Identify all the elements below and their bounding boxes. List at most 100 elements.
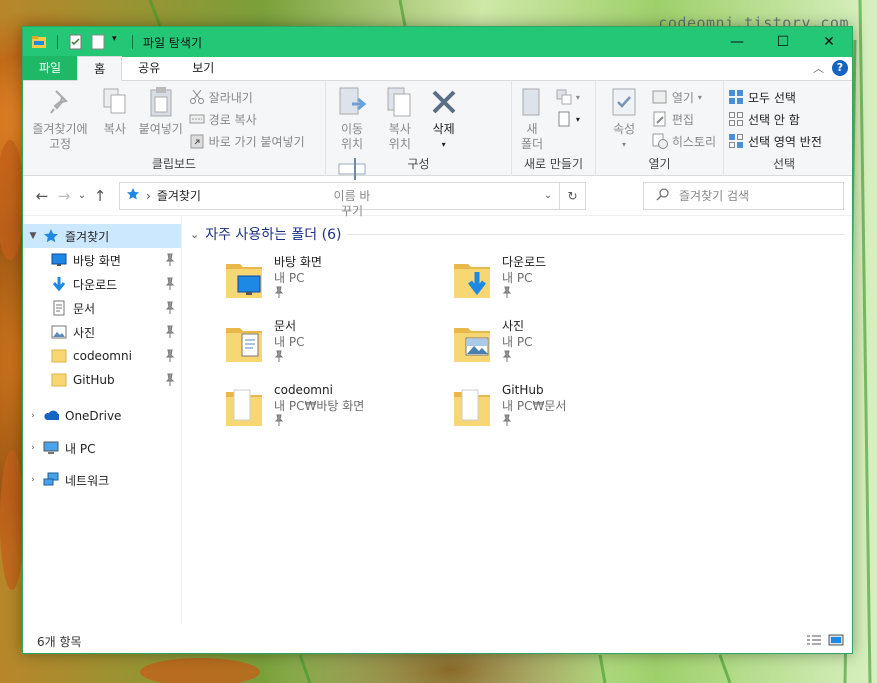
status-bar: 6개 항목 [23,629,852,653]
folder-tile[interactable]: 바탕 화면내 PC [224,254,452,302]
copy-path-button[interactable]: 경로 복사 [189,109,305,129]
expand-chevron-icon: › [31,411,35,421]
nav-item-quick-access[interactable]: ▼ 즐겨찾기 [23,224,181,248]
paste-shortcut-button[interactable]: 바로 가기 붙여넣기 [189,131,305,151]
nav-item-codeomni[interactable]: codeomni [23,344,181,368]
new-label: 새로 만들기 [523,157,583,171]
expand-chevron-icon: › [31,475,35,485]
invert-selection-button[interactable]: 선택 영역 반전 [728,131,822,151]
explorer-body: ▼ 즐겨찾기 바탕 화면 다운로드 문서 사진 codeomni GitHub … [23,216,852,623]
folder-location: 내 PC [274,271,305,285]
move-to-icon [339,87,366,115]
refresh-button[interactable]: ↻ [560,181,586,210]
copy-icon [103,88,126,114]
tab-home[interactable]: 홈 [77,56,123,81]
new-item-button[interactable]: ▾ [556,87,580,107]
details-view-icon[interactable] [806,634,822,649]
select-all-button[interactable]: 모두 선택 [728,87,822,107]
organize-group: 이동 위치 복사 위치 삭제 ▾ 이름 바꾸기 구성 [326,81,512,218]
minimize-button[interactable]: — [714,27,760,57]
nav-item-this-pc[interactable]: › 내 PC [23,432,181,464]
folder-icon [51,348,67,364]
new-folder-qa-icon[interactable] [90,34,106,50]
folder-name: 사진 [502,319,525,333]
path-separator-icon: › [146,188,151,203]
properties-icon[interactable] [68,34,84,50]
maximize-button[interactable]: ☐ [760,27,806,57]
recent-locations-chevron-icon[interactable]: ⌄ [75,190,89,201]
ribbon: 즐겨찾기에 고정 복사 붙여넣기 잘라내기 경로 복사 바로 가기 붙여넣기 클… [23,81,852,218]
tab-share[interactable]: 공유 [122,56,176,80]
copy-to-button[interactable]: 복사 위치 [380,85,420,152]
quick-access-toolbar: ▾ [23,34,137,50]
folder-tile[interactable]: 문서 내 PC [224,318,452,366]
folder-name: codeomni [274,383,333,397]
nav-item-documents[interactable]: 문서 [23,296,181,320]
help-icon[interactable]: ? [832,60,848,76]
open-button[interactable]: 열기 ▾ [652,87,716,107]
select-all-icon [728,89,744,105]
forward-arrow-icon[interactable]: → [53,187,75,205]
nav-item-network[interactable]: › 네트워크 [23,464,181,496]
edit-button[interactable]: 편집 [652,109,716,129]
select-none-button[interactable]: 선택 안 함 [728,109,822,129]
item-count: 6개 항목 [37,634,82,649]
folder-name: 다운로드 [502,255,547,269]
new-folder-button[interactable]: 새 폴더 [518,85,546,152]
copy-button[interactable]: 복사 [99,85,131,137]
pin-icon [165,301,175,314]
paste-shortcut-icon [189,133,205,149]
refresh-icon: ↻ [567,188,578,203]
easy-access-icon [556,111,572,127]
folder-name: 문서 [274,319,297,333]
tab-file[interactable]: 파일 [23,56,78,80]
delete-button[interactable]: 삭제 ▾ [428,85,460,152]
search-icon [656,187,669,204]
open-group: 속성 ▾ 열기 ▾ 편집 히스토리 열기 [596,81,724,176]
nav-item-desktop[interactable]: 바탕 화면 [23,248,181,272]
pin-quick-access-button[interactable]: 즐겨찾기에 고정 [29,85,91,152]
back-arrow-icon[interactable]: ← [31,187,53,205]
paste-icon [150,87,172,117]
history-button[interactable]: 히스토리 [652,131,716,151]
customize-toolbar-chevron-icon[interactable]: ▾ [112,34,122,50]
large-icons-view-icon[interactable] [828,634,844,649]
picture-icon [51,324,67,340]
address-dropdown-icon[interactable]: ⌄ [537,190,559,201]
explorer-folder-icon [31,34,47,50]
folder-tile[interactable]: codeomni 내 PC₩바탕 화면 [224,382,452,430]
select-group: 모두 선택 선택 안 함 선택 영역 반전 선택 [724,81,844,176]
folder-location: 내 PC [502,271,533,285]
search-input[interactable]: 즐겨찾기 검색 [643,181,844,210]
easy-access-button[interactable]: ▾ [556,109,580,129]
folder-tile[interactable]: 사진 내 PC [452,318,680,366]
frequent-folders-header[interactable]: ⌄ 자주 사용하는 폴더 (6) [190,222,852,246]
pin-icon [165,325,175,338]
paste-button[interactable]: 붙여넣기 [139,85,183,137]
folder-icon [452,254,492,302]
pin-icon [274,286,322,302]
folder-tile[interactable]: 다운로드내 PC [452,254,680,302]
folder-icon [452,382,492,430]
move-to-button[interactable]: 이동 위치 [332,85,372,152]
up-arrow-icon[interactable]: ↑ [89,187,111,205]
folder-name: 바탕 화면 [274,255,322,269]
download-icon [51,276,67,292]
delete-x-icon [432,90,456,114]
document-icon [51,300,67,316]
collapse-ribbon-chevron-icon[interactable]: ︿ [813,60,824,76]
nav-item-github[interactable]: GitHub [23,368,181,392]
nav-item-onedrive[interactable]: › OneDrive [23,400,181,432]
folder-tile[interactable]: GitHub 내 PC₩문서 [452,382,680,430]
tab-view[interactable]: 보기 [176,56,230,80]
pin-icon [50,90,68,114]
folder-icon [224,254,264,302]
clipboard-group: 즐겨찾기에 고정 복사 붙여넣기 잘라내기 경로 복사 바로 가기 붙여넣기 클… [23,81,326,176]
properties-button[interactable]: 속성 ▾ [602,85,646,152]
folder-icon [224,318,264,366]
nav-item-pictures[interactable]: 사진 [23,320,181,344]
quick-access-star-icon [43,228,59,244]
close-button[interactable]: ✕ [806,27,852,57]
cut-button[interactable]: 잘라내기 [189,87,305,107]
nav-item-downloads[interactable]: 다운로드 [23,272,181,296]
